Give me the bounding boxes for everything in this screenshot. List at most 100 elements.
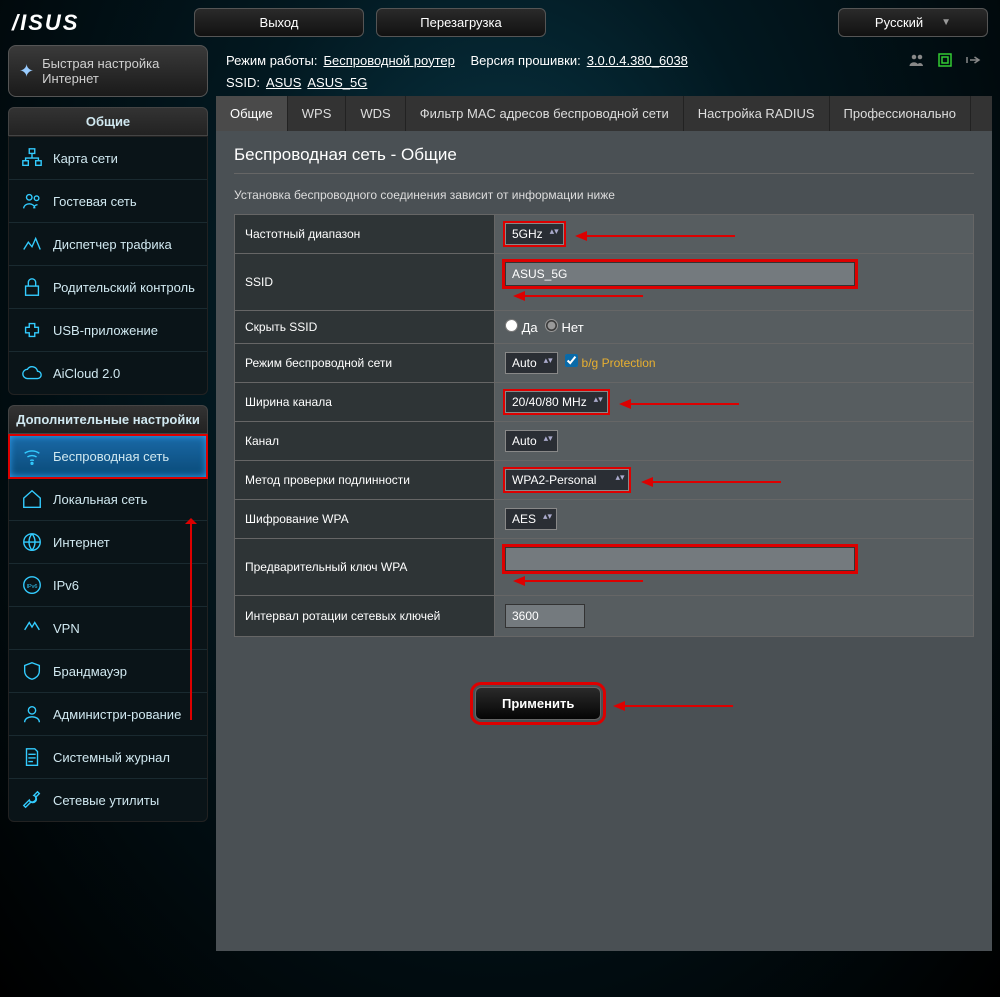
sidebar-item-network-map[interactable]: Карта сети	[9, 137, 207, 180]
qis-label: Быстрая настройка Интернет	[42, 56, 197, 86]
psk-label: Предварительный ключ WPA	[235, 539, 495, 596]
sidebar-item-ipv6[interactable]: IPv6IPv6	[9, 564, 207, 607]
tab-general[interactable]: Общие	[216, 96, 288, 131]
auth-label: Метод проверки подлинности	[235, 461, 495, 500]
rekey-input[interactable]	[505, 604, 585, 628]
sidebar-item-firewall[interactable]: Брандмауэр	[9, 650, 207, 693]
band-select[interactable]: 5GHz▴▾	[505, 223, 564, 245]
sidebar-item-label: Локальная сеть	[53, 492, 147, 507]
sidebar-item-vpn[interactable]: VPN	[9, 607, 207, 650]
updown-icon: ▴▾	[615, 472, 624, 483]
band-label: Частотный диапазон	[235, 215, 495, 254]
admin-icon	[21, 703, 43, 725]
tab-pro[interactable]: Профессионально	[830, 96, 971, 131]
tab-macfilter[interactable]: Фильтр MAC адресов беспроводной сети	[406, 96, 684, 131]
width-label: Ширина канала	[235, 383, 495, 422]
sidebar-item-nettools[interactable]: Сетевые утилиты	[9, 779, 207, 821]
lock-icon	[21, 276, 43, 298]
enc-select[interactable]: AES▴▾	[505, 508, 557, 530]
rekey-label: Интервал ротации сетевых ключей	[235, 596, 495, 637]
wlmode-value: Auto	[512, 356, 537, 370]
wifi-icon	[21, 445, 43, 467]
hide-no-option[interactable]: Нет	[545, 320, 584, 335]
sidebar-item-traffic[interactable]: Диспетчер трафика	[9, 223, 207, 266]
sidebar-item-guest-network[interactable]: Гостевая сеть	[9, 180, 207, 223]
sidebar-general-list: Карта сети Гостевая сеть Диспетчер трафи…	[8, 136, 208, 395]
sidebar-item-label: USB-приложение	[53, 323, 158, 338]
sidebar-item-wan[interactable]: Интернет	[9, 521, 207, 564]
mode-label: Режим работы:	[226, 53, 317, 68]
usb-icon[interactable]	[964, 51, 982, 69]
apply-button[interactable]: Применить	[475, 687, 601, 720]
sidebar-item-label: VPN	[53, 621, 80, 636]
sidebar-item-admin[interactable]: Администри-рование	[9, 693, 207, 736]
panel: Беспроводная сеть - Общие Установка бесп…	[216, 131, 992, 951]
tab-radius[interactable]: Настройка RADIUS	[684, 96, 830, 131]
updown-icon: ▴▾	[544, 355, 553, 366]
sidebar-item-usb[interactable]: USB-приложение	[9, 309, 207, 352]
enc-value: AES	[512, 512, 536, 526]
sidebar-item-label: AiCloud 2.0	[53, 366, 120, 381]
cloud-icon	[21, 362, 43, 384]
sidebar-item-label: Гостевая сеть	[53, 194, 137, 209]
wlmode-select[interactable]: Auto ▴▾	[505, 352, 558, 374]
divider	[234, 173, 974, 174]
mode-link[interactable]: Беспроводной роутер	[323, 53, 454, 68]
ssid-label: SSID	[235, 254, 495, 311]
puzzle-icon	[21, 319, 43, 341]
sidebar-item-label: Беспроводная сеть	[53, 449, 169, 464]
annotation-arrow	[641, 473, 781, 488]
width-value: 20/40/80 MHz	[512, 395, 587, 409]
hide-ssid-group: Да Нет	[495, 311, 974, 344]
network-map-icon	[21, 147, 43, 169]
annotation-arrowhead	[185, 512, 197, 524]
sidebar-item-label: Администри-рование	[53, 707, 181, 722]
sidebar-item-syslog[interactable]: Системный журнал	[9, 736, 207, 779]
sidebar-item-label: Брандмауэр	[53, 664, 127, 679]
psk-input[interactable]	[505, 547, 855, 571]
ssid-bar: SSID: ASUS ASUS_5G	[216, 75, 992, 96]
sidebar-item-parental[interactable]: Родительский контроль	[9, 266, 207, 309]
language-select[interactable]: Русский ▼	[838, 8, 988, 37]
sidebar-item-aicloud[interactable]: AiCloud 2.0	[9, 352, 207, 394]
home-icon	[21, 488, 43, 510]
ssid-input[interactable]	[505, 262, 855, 286]
logo: /ISUS	[12, 10, 182, 36]
reboot-button[interactable]: Перезагрузка	[376, 8, 546, 37]
status-bar: Режим работы: Беспроводной роутер Версия…	[216, 45, 992, 75]
ssid1-link[interactable]: ASUS	[266, 75, 301, 90]
globe-icon	[21, 531, 43, 553]
connection-icon[interactable]	[936, 51, 954, 69]
tools-icon	[21, 789, 43, 811]
shield-icon	[21, 660, 43, 682]
sidebar-item-label: Карта сети	[53, 151, 118, 166]
sidebar-general-header: Общие	[8, 107, 208, 136]
fw-label: Версия прошивки:	[471, 53, 581, 68]
auth-value: WPA2-Personal	[512, 473, 596, 487]
tab-wds[interactable]: WDS	[346, 96, 405, 131]
sidebar-item-label: Диспетчер трафика	[53, 237, 172, 252]
width-select[interactable]: 20/40/80 MHz ▴▾	[505, 391, 608, 413]
channel-value: Auto	[512, 434, 537, 448]
wlmode-label: Режим беспроводной сети	[235, 344, 495, 383]
hide-yes-option[interactable]: Да	[505, 320, 538, 335]
enc-label: Шифрование WPA	[235, 500, 495, 539]
fw-link[interactable]: 3.0.0.4.380_6038	[587, 53, 688, 68]
panel-desc: Установка беспроводного соединения завис…	[234, 188, 974, 202]
language-label: Русский	[875, 15, 923, 30]
channel-select[interactable]: Auto▴▾	[505, 430, 558, 452]
logout-button[interactable]: Выход	[194, 8, 364, 37]
annotation-arrow	[575, 227, 735, 242]
quick-internet-setup-button[interactable]: ✦ Быстрая настройка Интернет	[8, 45, 208, 97]
bgprot-checkbox[interactable]	[565, 354, 578, 367]
sidebar-item-wireless[interactable]: Беспроводная сеть	[9, 435, 207, 478]
tab-wps[interactable]: WPS	[288, 96, 347, 131]
updown-icon: ▴▾	[594, 394, 603, 405]
wand-icon: ✦	[19, 61, 34, 82]
auth-select[interactable]: WPA2-Personal ▴▾	[505, 469, 629, 491]
clients-icon[interactable]	[908, 51, 926, 69]
vpn-icon	[21, 617, 43, 639]
sidebar-item-lan[interactable]: Локальная сеть	[9, 478, 207, 521]
ssid2-link[interactable]: ASUS_5G	[307, 75, 367, 90]
document-icon	[21, 746, 43, 768]
